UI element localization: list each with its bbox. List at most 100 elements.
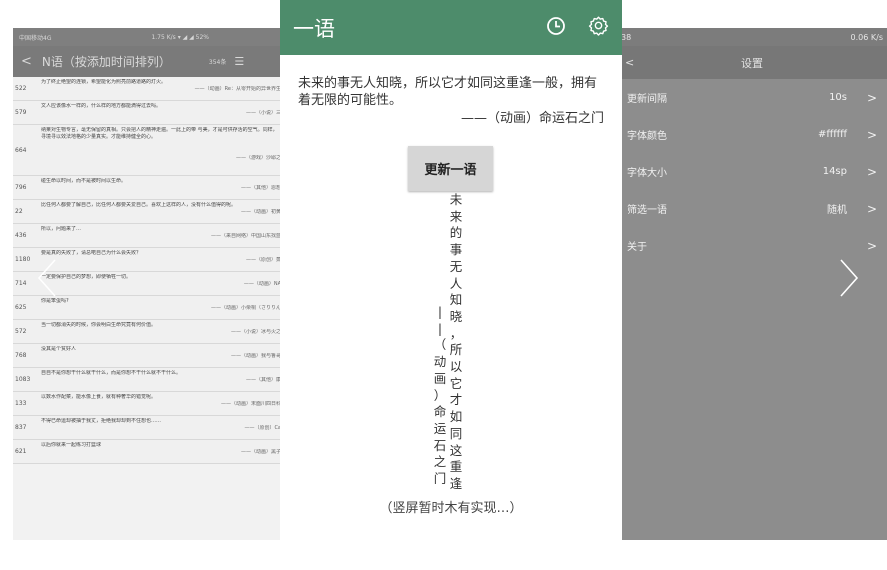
list-title: N语（按添加时间排列） — [41, 55, 171, 69]
main-screen: 一语 未来的事无人知晓，所以它才如同这重逢一般，拥有着无限的可能性。 ——（动画… — [280, 0, 622, 570]
item-body: 要是真的失败了，请总喏自己为什么会失败？ ——（原创）蒸 — [39, 248, 285, 271]
list-item[interactable]: 522 为了终止绝望的连锁，希望能化为照亮前路道路的灯火。 ——（动画）Re：从零开… — [13, 77, 285, 101]
settings-row[interactable]: 字体颜色 #ffffff > — [617, 116, 887, 153]
item-text: 以数水作配菜，能水像上食，就有种奢华的错觉呢。 — [41, 394, 157, 400]
list-item[interactable]: 768 没其是个贫好人 ——（动画）我与鲁哥 — [13, 344, 285, 368]
setting-label: 字体颜色 — [627, 131, 667, 142]
item-source: ——（动画）Re：从零开始的异世界生 — [194, 86, 281, 92]
vertical-text-column: 未来的事无人知晓，所以它才如同这重逢 — [449, 192, 463, 491]
status-indicators: 1.75 K/s ▾ ◢ ◢ 52% — [151, 33, 209, 41]
chevron-right-icon: > — [867, 90, 878, 105]
item-id: 22 — [15, 208, 23, 215]
status-bar: 38 0.06 K/s — [617, 28, 887, 46]
item-body: 以后你就来一起练习打篮球 ——（动画）黑子 — [39, 440, 285, 463]
item-text: 文人应该像水一样的，什么样的地方都能滴得过去吗。 — [41, 103, 162, 109]
item-text: 碰生命以时间，而不是被时间以生命。 — [41, 178, 127, 184]
setting-value: 随机 — [827, 205, 847, 216]
item-body: 为了终止绝望的连锁，希望能化为照亮前路道路的灯火。 ——（动画）Re：从零开始的异… — [39, 77, 285, 100]
list-item[interactable]: 621 以后你就来一起练习打篮球 ——（动画）黑子 — [13, 440, 285, 464]
clock-icon[interactable] — [546, 16, 566, 40]
chevron-right-icon[interactable] — [838, 258, 860, 298]
list-item[interactable]: 133 以数水作配菜，能水像上食，就有种奢华的错觉呢。 ——（动画）末面川四日科 — [13, 392, 285, 416]
chevron-right-icon: > — [867, 238, 878, 253]
chevron-right-icon: > — [867, 127, 878, 142]
list-item[interactable]: 22 比任何人都要了解自己，比任何人都要关爱自己。喜欢上这样的人，没有什么值得的呢… — [13, 200, 285, 224]
gear-icon[interactable] — [588, 15, 609, 40]
item-id: 572 — [15, 328, 27, 335]
list-item[interactable]: 1083 自自不是你想干什么就干什么，而是你想不干什么就不干什么。 ——（其他）康 — [13, 368, 285, 392]
main-toolbar: 一语 — [280, 0, 622, 55]
item-source: ——（小说）三 — [245, 110, 281, 116]
item-count: 354条 — [208, 59, 227, 66]
refresh-hitokoto-button[interactable]: 更新一语 — [408, 146, 493, 191]
item-text: 所以，问题来了… — [41, 226, 82, 232]
settings-row[interactable]: 更新间隔 10s > — [617, 79, 887, 116]
item-source: ——（动画）小栗桐（さりりん — [210, 305, 281, 311]
item-body: 当一切都消失的时候，你会明白生命究竟有何价值。 ——（小说）冰与火之 — [39, 320, 285, 343]
settings-list: 更新间隔 10s > 字体颜色 #ffffff > 字体大小 14sp > 筛选一语 随机 > 关于 > — [617, 79, 887, 264]
setting-label: 关于 — [627, 242, 647, 253]
item-source: ——（游戏）沙耶之 — [235, 155, 281, 161]
list-item[interactable]: 436 所以，问题来了… ——（来自网络）中国山东找蓝 — [13, 224, 285, 248]
item-source: ——（小说）冰与火之 — [230, 329, 281, 335]
item-source: ——（动画）我与鲁哥 — [230, 353, 281, 359]
item-id: 621 — [15, 448, 27, 455]
carrier-label: 中国移动4G — [19, 34, 52, 42]
sort-icon[interactable]: ☰ — [234, 55, 244, 68]
chevron-right-icon: > — [867, 201, 878, 216]
portrait-notice: （竖屏暂时木有实现…） — [379, 501, 523, 516]
item-body: 碰生命以时间，而不是被时间以生命。 ——（其他）恩想 — [39, 176, 285, 199]
settings-row[interactable]: 筛选一语 随机 > — [617, 190, 887, 227]
item-text: 为了终止绝望的连锁，希望能化为照亮前路道路的灯火。 — [41, 79, 167, 85]
item-body: 比任何人都要了解自己，比任何人都要关爱自己。喜欢上这样的人，没有什么值得的呢。 —… — [39, 200, 285, 223]
status-time: 38 — [621, 32, 632, 42]
item-text: 比任何人都要了解自己，比任何人都要关爱自己。喜欢上这样的人，没有什么值得的呢。 — [41, 202, 237, 208]
item-source: ——（动画）黑子 — [240, 449, 281, 455]
item-text: 以后你就来一起练习打篮球 — [41, 442, 102, 448]
item-id: 436 — [15, 232, 27, 239]
hitokoto-source: ——（动画）命运石之门 — [460, 111, 604, 126]
item-body: 纳莱对生物专言，毫无保留的真相。只会把人的精神走遍。一此上的带 与美，才是可供存… — [39, 125, 285, 175]
settings-title: 设置 — [741, 56, 763, 70]
item-id: 796 — [15, 184, 27, 191]
list-item[interactable]: 625 你是笨蛋吗? ——（动画）小栗桐（さりりん — [13, 296, 285, 320]
item-id: 522 — [15, 85, 27, 92]
setting-value: 10s — [829, 92, 847, 103]
chevron-right-icon: > — [867, 164, 878, 179]
status-bar: 中国移动4G 1.75 K/s ▾ ◢ ◢ 52% — [13, 28, 285, 46]
item-text: 纳莱对生物专言，毫无保留的真相。只会把人的精神走遍。一此上的带 与美，才是可供存… — [41, 127, 278, 140]
item-source: ——（其他）康 — [245, 377, 281, 383]
vertical-source-column: | | （动画）命运石之门 — [433, 304, 447, 487]
settings-row[interactable]: 字体大小 14sp > — [617, 153, 887, 190]
list-item[interactable]: 572 当一切都消失的时候，你会明白生命究竟有何价值。 ——（小说）冰与火之 — [13, 320, 285, 344]
item-id: 579 — [15, 109, 27, 116]
item-body: 一定要保护自己的梦想，即使牺牲一切。 ——（动画）NA — [39, 272, 285, 295]
setting-value: 14sp — [822, 166, 847, 177]
item-source: ——（动画）初黄 — [240, 209, 281, 215]
item-body: 以数水作配菜，能水像上食，就有种奢华的错觉呢。 ——（动画）末面川四日科 — [39, 392, 285, 415]
item-id: 664 — [15, 146, 27, 154]
list-item[interactable]: 579 文人应该像水一样的，什么样的地方都能滴得过去吗。 ——（小说）三 — [13, 101, 285, 125]
item-body: 文人应该像水一样的，什么样的地方都能滴得过去吗。 ——（小说）三 — [39, 101, 285, 124]
item-id: 837 — [15, 424, 27, 431]
setting-label: 筛选一语 — [627, 205, 667, 216]
setting-label: 更新间隔 — [627, 94, 667, 105]
item-body: 你是笨蛋吗? ——（动画）小栗桐（さりりん — [39, 296, 285, 319]
hitokoto-text: 未来的事无人知晓，所以它才如同这重逢一般，拥有着无限的可能性。 — [298, 76, 598, 108]
app-title: 一语 — [293, 16, 335, 41]
list-item[interactable]: 837 不得已命运却被抽于我丈，拒绝我却却到不住想也…… ——（原创）Ca — [13, 416, 285, 440]
back-icon[interactable]: < — [21, 54, 32, 69]
item-text: 要是真的失败了，请总喏自己为什么会失败？ — [41, 250, 142, 256]
list-item[interactable]: 664 纳莱对生物专言，毫无保留的真相。只会把人的精神走遍。一此上的带 与美，才是… — [13, 125, 285, 176]
item-body: 自自不是你想干什么就干什么，而是你想不干什么就不干什么。 ——（其他）康 — [39, 368, 285, 391]
chevron-left-icon[interactable] — [36, 258, 58, 298]
list-app-bar: < N语（按添加时间排列） 354条 ☰ — [13, 46, 285, 77]
item-id: 133 — [15, 400, 27, 407]
item-text: 没其是个贫好人 — [41, 346, 77, 352]
item-id: 1083 — [15, 376, 31, 383]
item-text: 自自不是你想干什么就干什么，而是你想不干什么就不干什么。 — [41, 370, 182, 376]
item-source: ——（原创）Ca — [244, 425, 281, 431]
settings-app-bar: < 设置 — [617, 46, 887, 79]
item-text: 一定要保护自己的梦想，即使牺牲一切。 — [41, 274, 132, 280]
list-item[interactable]: 796 碰生命以时间，而不是被时间以生命。 ——（其他）恩想 — [13, 176, 285, 200]
